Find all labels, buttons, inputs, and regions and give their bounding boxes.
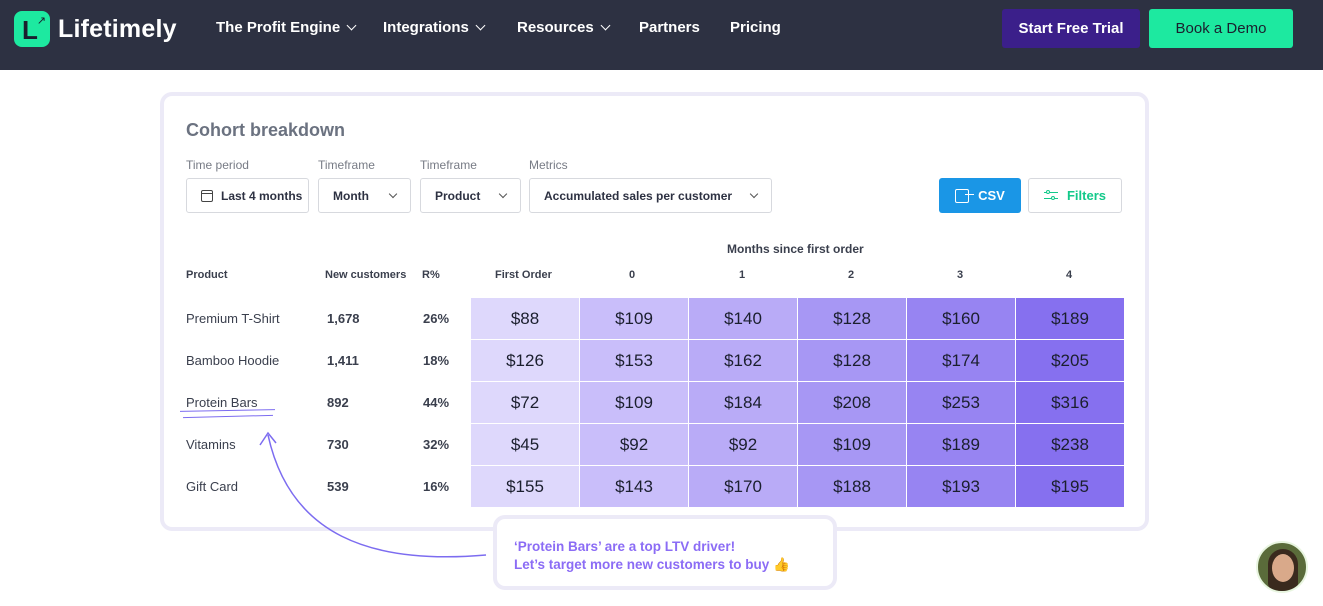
cohort-cell: $316 — [1016, 382, 1124, 423]
cohort-cell: $160 — [907, 298, 1015, 339]
cohort-cell: $184 — [689, 382, 797, 423]
chevron-down-icon — [498, 189, 508, 199]
cohort-cell: $238 — [1016, 424, 1124, 465]
sliders-icon — [1043, 189, 1058, 201]
timeframe-select[interactable]: Month — [318, 178, 411, 213]
card-title: Cohort breakdown — [186, 120, 346, 140]
row-product-label: Gift Card — [186, 479, 239, 494]
insight-callout: ‘Protein Bars’ are a top LTV driver! Let… — [493, 515, 837, 590]
chevron-down-icon — [475, 20, 486, 31]
nav-item-label: Partners — [639, 19, 700, 36]
nav-item-label: Pricing — [730, 19, 781, 36]
filters-button[interactable]: Filters — [1028, 178, 1122, 213]
cohort-cell: $92 — [580, 424, 688, 465]
cohort-cell: $128 — [798, 298, 906, 339]
export-icon — [955, 188, 975, 203]
cohort-cell: $153 — [580, 340, 688, 381]
col-header-new-customers: New customers — [325, 269, 407, 281]
nav-item-label: Resources — [517, 19, 594, 36]
calendar-icon — [201, 189, 213, 202]
chevron-down-icon — [346, 20, 357, 31]
cohort-cell: $195 — [1016, 466, 1124, 507]
cohort-cell: $162 — [689, 340, 797, 381]
row-retention-rate: 18% — [423, 353, 450, 368]
col-header-month-2: 2 — [848, 269, 855, 281]
months-since-first-order-header: Months since first order — [727, 242, 864, 256]
chevron-down-icon — [749, 189, 759, 199]
row-new-customers: 1,678 — [327, 311, 360, 326]
row-retention-rate: 26% — [423, 311, 450, 326]
metrics-value: Accumulated sales per customer — [544, 188, 733, 203]
cohort-cell: $92 — [689, 424, 797, 465]
cohort-cell: $140 — [689, 298, 797, 339]
filter-label-time-period: Time period — [186, 158, 249, 172]
cohort-cell: $205 — [1016, 340, 1124, 381]
nav-item-label: Integrations — [383, 19, 469, 36]
timeframe-value: Month — [333, 188, 369, 203]
filter-label-timeframe-2: Timeframe — [420, 158, 477, 172]
row-product-label: Premium T-Shirt — [186, 311, 280, 326]
cohort-cell: $253 — [907, 382, 1015, 423]
filter-label-timeframe: Timeframe — [318, 158, 375, 172]
col-header-month-4: 4 — [1066, 269, 1073, 281]
cohort-cell: $174 — [907, 340, 1015, 381]
cohort-cell: $189 — [907, 424, 1015, 465]
cohort-cell: $193 — [907, 466, 1015, 507]
row-retention-rate: 44% — [423, 395, 450, 410]
cohort-cell: $126 — [471, 340, 579, 381]
time-period-select[interactable]: Last 4 months — [186, 178, 309, 213]
nav-item-pricing[interactable]: Pricing — [730, 19, 781, 36]
cohort-cell: $109 — [580, 298, 688, 339]
callout-line-2: Let’s target more new customers to buy 👍 — [514, 557, 790, 572]
cohort-cell: $143 — [580, 466, 688, 507]
cohort-cell: $109 — [580, 382, 688, 423]
filter-label-metrics: Metrics — [529, 158, 568, 172]
csv-label: CSV — [978, 188, 1005, 203]
nav-item-profit-engine[interactable]: The Profit Engine — [216, 19, 357, 36]
start-free-trial-button[interactable]: Start Free Trial — [1002, 9, 1140, 48]
brand-logo[interactable]: L ↗ Lifetimely — [14, 11, 177, 47]
csv-export-button[interactable]: CSV — [939, 178, 1021, 213]
col-header-month-0: 0 — [629, 269, 636, 281]
col-header-product: Product — [186, 269, 228, 281]
chat-avatar[interactable] — [1256, 541, 1308, 593]
chevron-down-icon — [388, 189, 398, 199]
col-header-first-order: First Order — [495, 269, 552, 281]
callout-arrow-icon — [259, 431, 487, 558]
time-period-value: Last 4 months — [221, 188, 303, 203]
row-new-customers: 892 — [327, 395, 349, 410]
top-navbar: L ↗ Lifetimely The Profit Engine Integrat… — [0, 0, 1323, 70]
nav-item-resources[interactable]: Resources — [517, 19, 611, 36]
timeframe-product-value: Product — [435, 188, 481, 203]
row-product-label: Protein Bars — [186, 395, 258, 410]
cohort-cell: $208 — [798, 382, 906, 423]
timeframe-product-select[interactable]: Product — [420, 178, 521, 213]
row-product-label: Vitamins — [186, 437, 236, 452]
row-new-customers: 1,411 — [327, 353, 359, 368]
lifetimely-logo-icon: L ↗ — [14, 11, 50, 47]
filters-label: Filters — [1066, 188, 1106, 203]
book-demo-button[interactable]: Book a Demo — [1149, 9, 1293, 48]
col-header-month-1: 1 — [739, 269, 746, 281]
cohort-cell: $88 — [471, 298, 579, 339]
callout-text: ‘Protein Bars’ are a top LTV driver! Let… — [514, 538, 790, 574]
nav-item-label: The Profit Engine — [216, 19, 341, 36]
brand-name: Lifetimely — [58, 14, 177, 43]
cohort-cell: $109 — [798, 424, 906, 465]
cohort-cell: $170 — [689, 466, 797, 507]
metrics-select[interactable]: Accumulated sales per customer — [529, 178, 772, 213]
cohort-cell: $72 — [471, 382, 579, 423]
callout-line-1: ‘Protein Bars’ are a top LTV driver! — [514, 539, 736, 554]
cohort-cell: $189 — [1016, 298, 1124, 339]
cohort-cell: $128 — [798, 340, 906, 381]
cohort-cell: $188 — [798, 466, 906, 507]
nav-item-partners[interactable]: Partners — [639, 19, 700, 36]
col-header-r: R% — [422, 269, 440, 281]
chevron-down-icon — [600, 20, 611, 31]
col-header-month-3: 3 — [957, 269, 964, 281]
row-product-label: Bamboo Hoodie — [186, 353, 280, 368]
nav-item-integrations[interactable]: Integrations — [383, 19, 486, 36]
